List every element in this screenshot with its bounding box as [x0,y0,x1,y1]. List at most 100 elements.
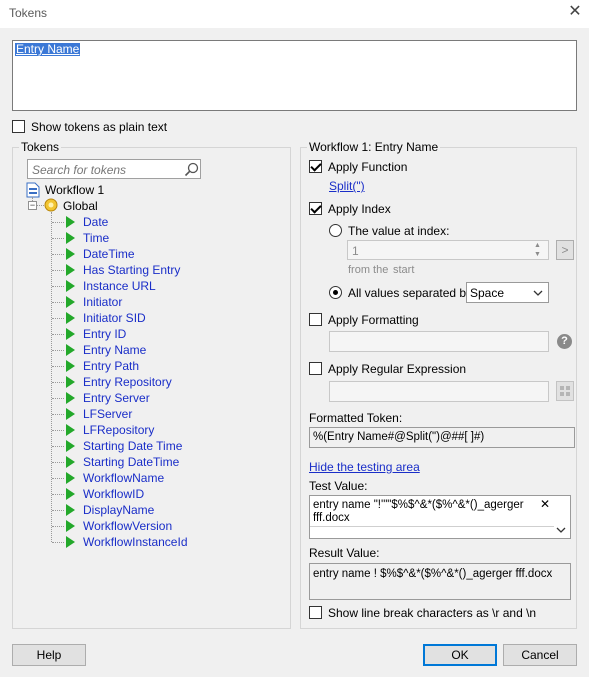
tree-node-global[interactable]: Global [63,199,98,213]
token-play-icon [66,296,75,308]
formatting-input[interactable] [329,331,549,352]
value-at-index-label: The value at index: [348,224,450,238]
help-icon[interactable]: ? [557,334,572,349]
tree-connector [52,526,64,527]
token-item[interactable]: DateTime [83,247,135,261]
divider [310,526,554,527]
token-item[interactable]: Initiator SID [83,311,146,325]
index-go-button[interactable]: > [556,240,574,260]
tree-connector [52,286,64,287]
cancel-button[interactable]: Cancel [503,644,577,666]
token-play-icon [66,392,75,404]
token-play-icon [66,488,75,500]
token-item[interactable]: Entry Repository [83,375,172,389]
expand-chevron-icon[interactable] [555,526,567,534]
regex-input[interactable] [329,381,549,402]
token-item[interactable]: Time [83,231,109,245]
token-item[interactable]: WorkflowID [83,487,144,501]
search-icon[interactable] [184,162,199,177]
close-icon[interactable]: ✕ [566,3,584,21]
clear-test-icon[interactable]: ✕ [540,497,550,511]
tree-connector [52,462,64,463]
token-item[interactable]: WorkflowName [83,471,164,485]
index-stepper[interactable]: 1 ▲ ▼ [347,240,549,260]
token-play-icon [66,216,75,228]
token-expression-box[interactable]: Entry Name [12,40,577,111]
value-at-index-radio[interactable] [329,224,342,237]
start-label: start [393,264,415,276]
token-play-icon [66,280,75,292]
token-item[interactable]: Entry ID [83,327,126,341]
tokens-group-legend: Tokens [19,140,62,154]
tree-connector [52,302,64,303]
tree-connector [52,382,64,383]
token-item[interactable]: Starting Date Time [83,439,182,453]
token-item[interactable]: WorkflowVersion [83,519,172,533]
apply-regex-label: Apply Regular Expression [328,362,467,376]
token-item[interactable]: DisplayName [83,503,154,517]
token-play-icon [66,456,75,468]
token-item[interactable]: WorkflowInstanceId [83,535,188,549]
tree-connector [52,350,64,351]
tree-root-workflow[interactable]: Workflow 1 [45,183,104,197]
spin-down-icon[interactable]: ▼ [534,250,541,259]
selected-token-text: Entry Name [15,42,81,56]
workflow-entry-legend: Workflow 1: Entry Name [307,140,441,154]
apply-formatting-checkbox[interactable] [309,313,322,326]
formatted-token-value: %(Entry Name#@Split(")@##[ ]#) [313,431,485,443]
formatted-token-field: %(Entry Name#@Split(")@##[ ]#) [309,427,575,448]
tree-connector [52,254,64,255]
token-item[interactable]: Starting DateTime [83,455,179,469]
apply-formatting-label: Apply Formatting [328,313,419,327]
token-item[interactable]: Initiator [83,295,122,309]
help-button[interactable]: Help [12,644,86,666]
tree-connector [52,366,64,367]
token-play-icon [66,520,75,532]
token-item[interactable]: Entry Path [83,359,139,373]
all-values-radio[interactable] [329,286,342,299]
token-item[interactable]: Instance URL [83,279,156,293]
title-bar [0,0,589,28]
test-value-line-2: fff.docx [313,512,350,524]
collapse-icon[interactable]: − [28,201,37,210]
apply-regex-checkbox[interactable] [309,362,322,375]
show-plain-text-checkbox[interactable] [12,120,25,133]
test-value-label: Test Value: [309,479,368,493]
tree-connector [52,494,64,495]
tree-connector [52,414,64,415]
regex-builder-icon [560,386,570,396]
token-play-icon [66,344,75,356]
token-play-icon [66,264,75,276]
test-value-input[interactable]: entry name "!'""$%$^&*($%^&*()_agerger f… [309,495,571,539]
tree-connector [37,205,44,206]
token-item[interactable]: LFServer [83,407,132,421]
separator-select[interactable]: Space [466,282,549,303]
workflow-icon [26,182,40,198]
token-item[interactable]: LFRepository [83,423,154,437]
token-play-icon [66,360,75,372]
token-item[interactable]: Entry Name [83,343,146,357]
global-node-icon [44,198,58,212]
hide-testing-link[interactable]: Hide the testing area [309,460,420,474]
apply-function-checkbox[interactable] [309,160,322,173]
token-item[interactable]: Has Starting Entry [83,263,180,277]
apply-function-label: Apply Function [328,160,408,174]
token-search-box[interactable] [27,159,201,179]
spin-up-icon[interactable]: ▲ [534,241,541,250]
formatted-token-label: Formatted Token: [309,411,403,425]
regex-builder-button[interactable] [556,381,574,401]
token-item[interactable]: Entry Server [83,391,150,405]
test-value-line-1: entry name "!'""$%$^&*($%^&*()_agerger [313,499,524,511]
apply-index-checkbox[interactable] [309,202,322,215]
all-values-label: All values separated by: [348,286,476,300]
token-search-input[interactable] [32,162,182,177]
function-link[interactable]: Split(") [329,179,365,193]
token-play-icon [66,408,75,420]
show-plain-text-label: Show tokens as plain text [31,120,168,134]
token-play-icon [66,248,75,260]
token-item[interactable]: Date [83,215,108,229]
tree-connector [52,510,64,511]
ok-button[interactable]: OK [423,644,497,666]
show-line-breaks-checkbox[interactable] [309,606,322,619]
tree-connector [52,430,64,431]
